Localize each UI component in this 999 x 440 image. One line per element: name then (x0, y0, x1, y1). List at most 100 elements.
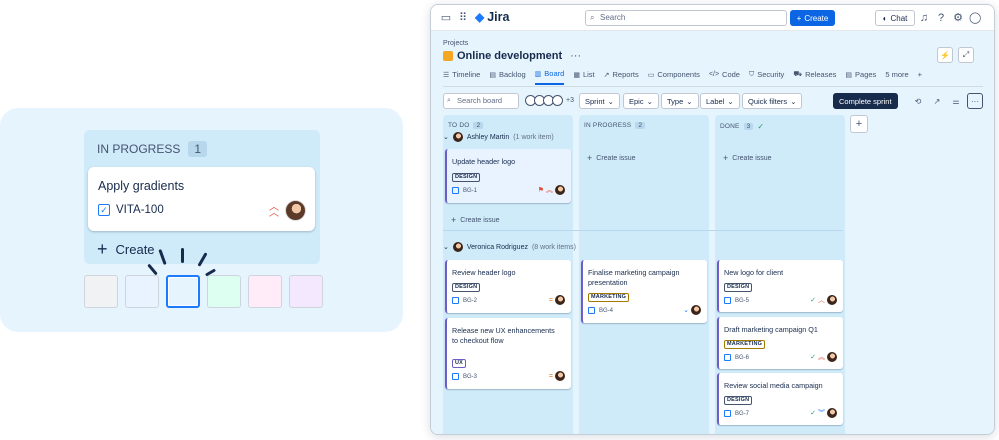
issue-card-bg-6[interactable]: Draft marketing campaign Q1 MARKETING BG… (717, 317, 843, 369)
done-check-icon: ✓ (810, 410, 816, 417)
shield-icon: ⛉ (748, 70, 755, 78)
tab-list[interactable]: ▦ List (573, 69, 594, 85)
priority-medium-icon: = (548, 372, 553, 380)
tab-components[interactable]: ▭ Components (648, 69, 700, 85)
label-filter[interactable]: Label ⌄ (700, 93, 740, 109)
column-header: DONE 3 ✓ (720, 122, 764, 131)
issue-card-bg-5[interactable]: New logo for client DESIGN BG-5 ✓ ︿ (717, 260, 843, 312)
card-title: Finalise marketing campaign presentation (588, 268, 680, 287)
swatch-green[interactable] (207, 275, 241, 308)
tab-board[interactable]: ▥ Board (534, 69, 565, 85)
tab-pages[interactable]: ▤ Pages (845, 69, 876, 85)
tab-label: Security (757, 70, 785, 79)
avatar (452, 242, 463, 252)
issue-card-bg-1[interactable]: Update header logo DESIGN BG-1 ⚑ ︽ (445, 149, 571, 203)
tab-backlog[interactable]: ▤ Backlog (489, 69, 525, 85)
swimlane-name: Ashley Martin (466, 133, 510, 141)
create-issue-button[interactable]: + Create issue (587, 153, 636, 163)
global-search-input[interactable]: ⌕ Search (585, 10, 787, 26)
chevron-down-icon: ⌄ (686, 96, 693, 106)
promo-column-count: 1 (188, 141, 208, 157)
profile-avatar-icon[interactable]: ◯ (969, 12, 981, 24)
sprint-filter[interactable]: Sprint ⌄ (579, 93, 620, 109)
fullscreen-icon[interactable]: ⤢ (958, 47, 974, 63)
tab-code[interactable]: </> Code (709, 69, 740, 85)
checkbox-icon (588, 307, 595, 314)
automation-lightning-icon[interactable]: ⚡ (937, 47, 953, 63)
plus-icon: + (917, 70, 923, 79)
settings-gear-icon[interactable]: ⚙ (952, 12, 964, 24)
board-search-input[interactable]: ⌕ Search board (443, 93, 519, 109)
chat-icon: ◐ (882, 13, 888, 23)
issue-card-bg-3[interactable]: Release new UX enhancements to checkout … (445, 318, 571, 389)
issue-card-bg-2[interactable]: Review header logo DESIGN BG-2 = (445, 260, 571, 313)
add-column-button[interactable]: + (850, 115, 868, 133)
chevron-down-icon: ⌄ (607, 96, 614, 106)
tab-label: Board (544, 69, 565, 78)
create-issue-button[interactable]: + Create issue (723, 153, 772, 163)
column-title: DONE (720, 123, 740, 130)
quick-filters[interactable]: Quick filters ⌄ (742, 93, 803, 109)
app-switcher-icon[interactable]: ⠿ (457, 12, 469, 24)
promo-card[interactable]: Apply gradients ✓ VITA-100 ︿ ︿ (88, 167, 315, 231)
priority-medium-icon: = (548, 296, 553, 304)
board-search-placeholder: Search board (457, 96, 503, 105)
avatar[interactable] (552, 95, 563, 106)
swimlane-header[interactable]: ⌄ Veronica Rodriguez (8 work items) (443, 242, 576, 252)
tab-security[interactable]: ⛉ Security (749, 69, 784, 85)
tab-label: Timeline (452, 70, 481, 79)
insights-icon[interactable]: ↗ (929, 93, 945, 109)
swatch-pink[interactable] (248, 275, 282, 308)
complete-sprint-button[interactable]: Complete sprint (833, 93, 898, 109)
card-key: BG-5 (724, 297, 749, 304)
view-settings-icon[interactable]: ⚌ (948, 93, 964, 109)
app-name: Jira (487, 10, 510, 24)
swatch-selected[interactable] (166, 275, 200, 308)
card-meta: ⌄ (683, 305, 701, 315)
breadcrumb[interactable]: Projects (443, 40, 468, 47)
checkbox-icon (724, 354, 731, 361)
avatar (555, 371, 565, 381)
tab-timeline[interactable]: ☰ Timeline (443, 69, 480, 85)
help-icon[interactable]: ? (935, 12, 947, 24)
checkbox-icon (452, 373, 459, 380)
tab-releases[interactable]: ⛟ Releases (793, 69, 836, 85)
swatch-purple[interactable] (289, 275, 323, 308)
refresh-icon[interactable]: ⟲ (910, 93, 926, 109)
issue-card-bg-4[interactable]: Finalise marketing campaign presentation… (581, 260, 707, 323)
project-more-button[interactable]: ··· (570, 50, 581, 62)
swimlane-header[interactable]: ⌄ Ashley Martin (1 work item) (443, 132, 554, 142)
jira-logo[interactable]: ◆ Jira (475, 10, 509, 24)
column-count: 2 (473, 122, 484, 129)
promo-create-button[interactable]: + Create (97, 240, 155, 258)
create-issue-label: Create issue (596, 154, 636, 162)
tab-more[interactable]: 5 more (885, 69, 908, 85)
create-button[interactable]: + Create (790, 10, 835, 26)
chat-button[interactable]: ◐ Chat (875, 10, 915, 26)
swimlane-name: Veronica Rodriguez (466, 243, 528, 251)
assignee-avatars[interactable]: +3 (525, 95, 574, 106)
swatch-blue-light[interactable] (125, 275, 159, 308)
card-title: Review social media campaign (724, 381, 823, 390)
checkbox-icon (452, 187, 459, 194)
components-icon: ▭ (647, 71, 655, 79)
epic-filter[interactable]: Epic ⌄ (623, 93, 659, 109)
checkbox-icon (724, 297, 731, 304)
create-issue-button[interactable]: + Create issue (451, 215, 500, 225)
list-icon: ▦ (573, 71, 580, 79)
tab-label: Backlog (498, 70, 526, 79)
column-header: IN PROGRESS 2 (584, 122, 646, 129)
type-filter[interactable]: Type ⌄ (661, 93, 699, 109)
card-label: MARKETING (724, 340, 766, 349)
card-meta: = (549, 295, 565, 305)
card-title: New logo for client (724, 268, 784, 277)
avatars-more[interactable]: +3 (566, 97, 574, 104)
notifications-icon[interactable]: ♫ (918, 12, 930, 24)
add-tab-button[interactable]: + (918, 69, 922, 85)
sidebar-toggle-icon[interactable]: ▭ (440, 12, 452, 24)
tab-reports[interactable]: ↗ Reports (604, 69, 639, 85)
card-key: BG-2 (452, 297, 477, 304)
more-actions-icon[interactable]: ··· (967, 93, 983, 109)
swatch-gray[interactable] (84, 275, 118, 308)
issue-card-bg-7[interactable]: Review social media campaign DESIGN BG-7… (717, 373, 843, 425)
